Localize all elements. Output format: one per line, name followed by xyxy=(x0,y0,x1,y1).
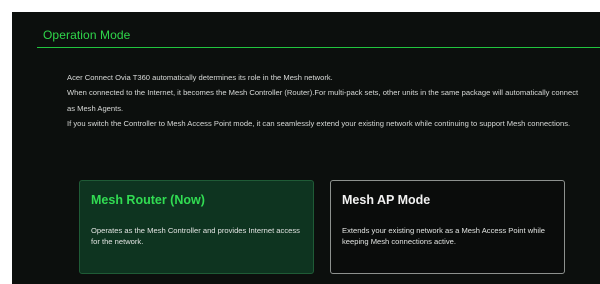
mesh-ap-mode-description: Extends your existing network as a Mesh … xyxy=(342,226,546,246)
mesh-router-mode-description: Operates as the Mesh Controller and prov… xyxy=(91,226,300,246)
mesh-router-mode-card[interactable]: Mesh Router (Now) Operates as the Mesh C… xyxy=(79,180,314,274)
mesh-ap-mode-title: Mesh AP Mode xyxy=(342,193,431,207)
description-line: When connected to the Internet, it becom… xyxy=(67,88,579,113)
section-title: Operation Mode xyxy=(43,28,131,42)
operation-mode-panel: Operation Mode Acer Connect Ovia T360 au… xyxy=(12,12,600,284)
section-divider xyxy=(37,47,600,48)
description-line: Acer Connect Ovia T360 automatically det… xyxy=(67,73,333,82)
mesh-ap-mode-card[interactable]: Mesh AP Mode Extends your existing netwo… xyxy=(330,180,565,274)
description-line: If you switch the Controller to Mesh Acc… xyxy=(67,119,571,129)
operation-mode-description: Acer Connect Ovia T360 automatically det… xyxy=(67,70,587,132)
mesh-router-mode-title: Mesh Router (Now) xyxy=(91,193,205,207)
